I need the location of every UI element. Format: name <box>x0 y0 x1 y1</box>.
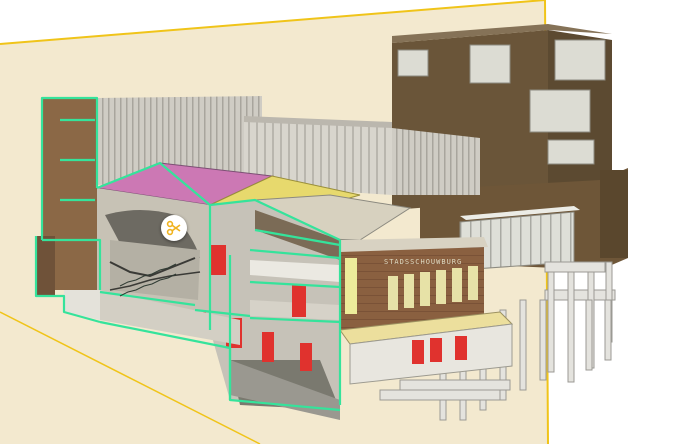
section-cut-left <box>36 98 100 296</box>
section-cut-tool-glyph <box>166 220 181 236</box>
building-section-model[interactable]: STADSSCHOUWBURG <box>0 0 681 444</box>
facade-lettering: STADSSCHOUWBURG <box>384 258 462 266</box>
3d-viewport[interactable]: STADSSCHOUWBURG <box>0 0 681 444</box>
scissors-icon[interactable] <box>161 215 187 241</box>
